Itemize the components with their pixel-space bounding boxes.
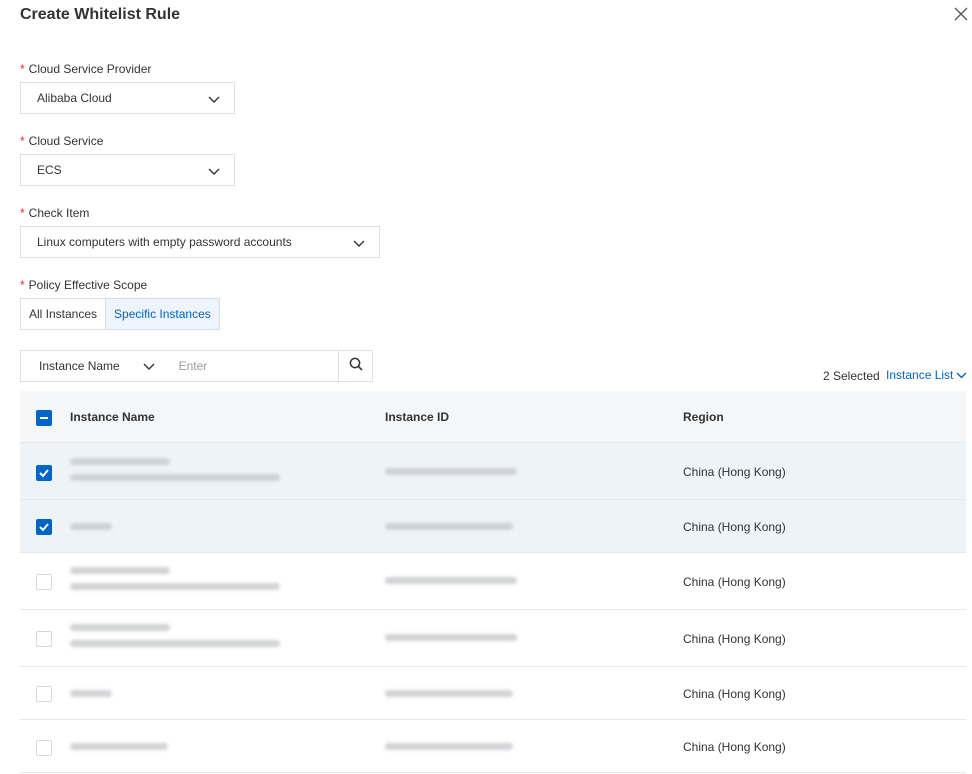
search-type-value: Instance Name	[39, 359, 120, 373]
service-label: * Cloud Service	[20, 134, 104, 148]
scope-label: * Policy Effective Scope	[20, 278, 148, 292]
check-item-label: * Check Item	[20, 206, 90, 220]
instance-id-redacted	[385, 468, 517, 475]
chevron-down-icon	[956, 368, 967, 382]
instance-id-redacted	[385, 577, 517, 584]
region-cell: China (Hong Kong)	[683, 740, 786, 754]
column-header-instance-id: Instance ID	[385, 410, 450, 424]
provider-select-value: Alibaba Cloud	[37, 91, 112, 105]
search-button[interactable]	[338, 351, 372, 381]
instance-table: Instance Name Instance ID Region China (…	[20, 391, 966, 773]
region-cell: China (Hong Kong)	[683, 575, 786, 589]
instance-list-link[interactable]: Instance List	[886, 368, 967, 382]
instance-list-label: Instance List	[886, 368, 954, 382]
row-checkbox[interactable]	[36, 740, 52, 756]
table-row[interactable]: China (Hong Kong)	[20, 720, 966, 773]
instance-name-redacted	[70, 523, 112, 530]
instance-id-redacted	[385, 743, 513, 750]
selected-count: 2 Selected	[823, 369, 880, 383]
instance-name-redacted	[70, 567, 280, 590]
region-cell: China (Hong Kong)	[683, 632, 786, 646]
search-input[interactable]	[162, 351, 339, 381]
table-row[interactable]: China (Hong Kong)	[20, 667, 966, 720]
column-header-region: Region	[683, 410, 724, 424]
select-all-checkbox[interactable]	[36, 410, 52, 426]
table-row[interactable]: China (Hong Kong)	[20, 553, 966, 610]
table-header: Instance Name Instance ID Region	[20, 391, 966, 443]
instance-id-redacted	[385, 523, 513, 530]
close-icon[interactable]	[954, 7, 972, 25]
search-type-select[interactable]: Instance Name	[21, 351, 163, 381]
row-checkbox[interactable]	[36, 686, 52, 702]
check-item-select[interactable]: Linux computers with empty password acco…	[20, 226, 380, 258]
row-checkbox[interactable]	[36, 519, 52, 535]
required-mark: *	[20, 206, 25, 220]
provider-label: * Cloud Service Provider	[20, 62, 152, 76]
region-cell: China (Hong Kong)	[683, 687, 786, 701]
table-row[interactable]: China (Hong Kong)	[20, 500, 966, 553]
instance-name-redacted	[70, 624, 280, 647]
instance-id-redacted	[385, 634, 517, 641]
instance-name-redacted	[70, 458, 280, 481]
check-item-select-value: Linux computers with empty password acco…	[37, 235, 292, 249]
service-select[interactable]: ECS	[20, 154, 235, 186]
row-checkbox[interactable]	[36, 574, 52, 590]
required-mark: *	[20, 278, 25, 292]
scope-all-instances-button[interactable]: All Instances	[20, 298, 107, 330]
search-icon	[349, 357, 363, 376]
scope-specific-instances-button[interactable]: Specific Instances	[105, 298, 220, 330]
required-mark: *	[20, 134, 25, 148]
table-row[interactable]: China (Hong Kong)	[20, 610, 966, 667]
region-cell: China (Hong Kong)	[683, 465, 786, 479]
row-checkbox[interactable]	[36, 631, 52, 647]
service-select-value: ECS	[37, 163, 62, 177]
table-row[interactable]: China (Hong Kong)	[20, 443, 966, 500]
chevron-down-icon	[143, 360, 155, 374]
chevron-down-icon	[353, 237, 365, 251]
row-checkbox[interactable]	[36, 465, 52, 481]
chevron-down-icon	[208, 165, 220, 179]
instance-name-redacted	[70, 690, 112, 697]
required-mark: *	[20, 62, 25, 76]
dialog-title: Create Whitelist Rule	[20, 6, 181, 23]
instance-search-bar: Instance Name	[20, 350, 373, 382]
scope-segmented-control: All Instances Specific Instances	[20, 298, 220, 330]
instance-name-redacted	[70, 743, 168, 750]
instance-id-redacted	[385, 690, 513, 697]
region-cell: China (Hong Kong)	[683, 520, 786, 534]
provider-select[interactable]: Alibaba Cloud	[20, 82, 235, 114]
chevron-down-icon	[208, 93, 220, 107]
column-header-instance-name: Instance Name	[70, 410, 155, 424]
